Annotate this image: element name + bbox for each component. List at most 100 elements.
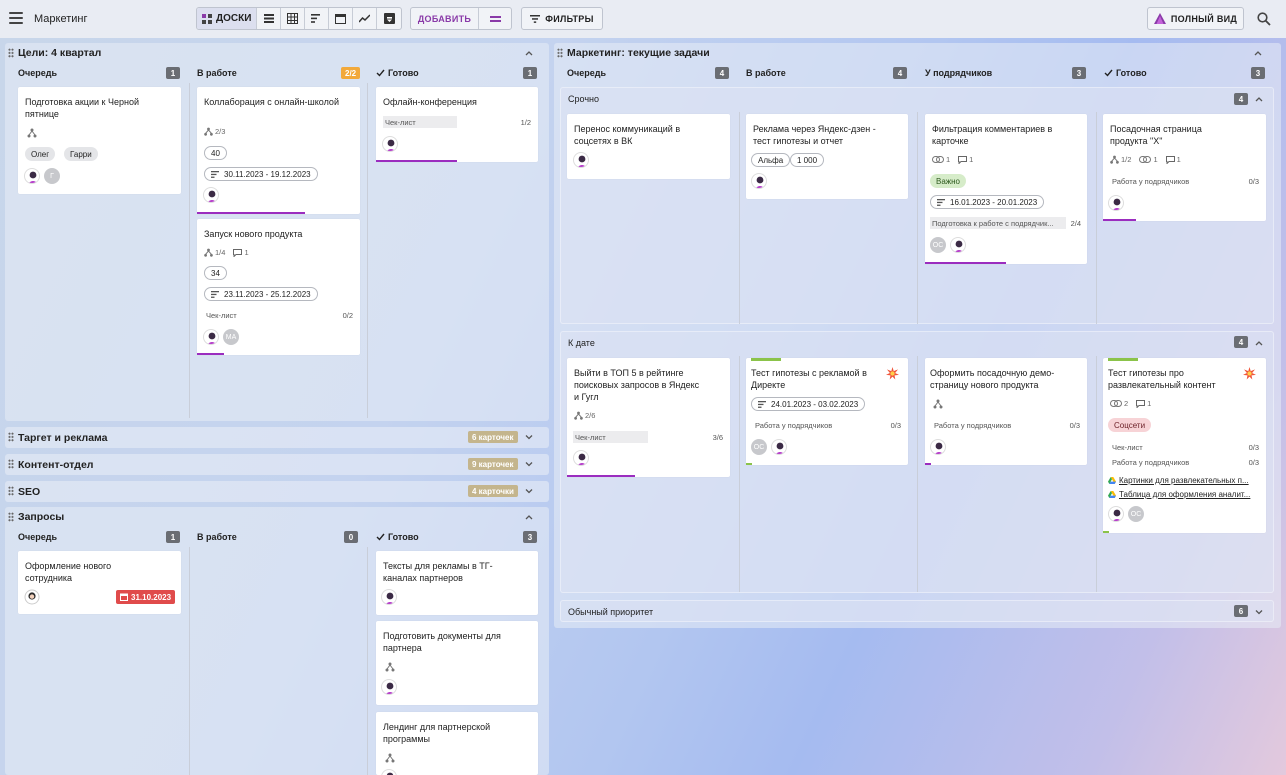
drag-handle-icon[interactable] (8, 432, 14, 442)
tag-chip[interactable]: Важно (930, 174, 967, 188)
avatar[interactable] (381, 769, 397, 775)
task-card[interactable]: Выйти в ТОП 5 в рейтинге поисковых запро… (567, 358, 730, 477)
column-header-queue: Очередь (567, 68, 606, 78)
avatar[interactable]: Г (44, 168, 60, 184)
attachment-link[interactable]: Картинки для развлекательных п... (1108, 476, 1254, 485)
swimlane-normal-priority[interactable]: Обычный приоритет 6 (560, 600, 1274, 622)
avatar[interactable]: ОС (930, 237, 946, 253)
due-date-badge[interactable]: 31.10.2023 (116, 590, 176, 604)
filters-button[interactable]: ФИЛЬТРЫ (521, 7, 603, 30)
chevron-up-icon[interactable] (1254, 338, 1264, 348)
task-card[interactable]: Реклама через Яндекс-дзен - тест гипотез… (746, 114, 908, 199)
view-boards-button[interactable]: ДОСКИ (197, 8, 258, 29)
view-calendar-button[interactable] (329, 8, 354, 29)
board-targeting-collapsed[interactable]: Таргет и реклама 6 карточек (5, 427, 549, 448)
checklist[interactable]: Работа у подрядчиков 0/3 (753, 419, 901, 431)
avatar[interactable] (382, 136, 398, 152)
view-gantt-button[interactable] (305, 8, 330, 29)
attachment-link[interactable]: Таблица для оформления аналит... (1108, 490, 1254, 499)
task-card[interactable]: Оформить посадочную демо-страницу нового… (925, 358, 1087, 465)
chevron-up-icon[interactable] (1254, 94, 1264, 104)
checklist[interactable]: Работа у подрядчиков 0/3 (932, 419, 1080, 431)
full-view-button[interactable]: ПОЛНЫЙ ВИД (1147, 7, 1244, 30)
comment-icon (1136, 399, 1146, 408)
task-card[interactable]: Посадочная страница продукта "Х" 1/2 1 1… (1103, 114, 1266, 221)
drag-handle-icon[interactable] (8, 486, 14, 496)
avatar[interactable] (381, 679, 397, 695)
progress-bar (1103, 531, 1109, 533)
avatar[interactable]: ОС (751, 439, 767, 455)
card-title: Подготовка акции к Черной пятнице (25, 97, 139, 119)
avatar[interactable] (573, 152, 589, 168)
comments-counter: 1 (233, 248, 249, 257)
add-button[interactable]: ДОБАВИТЬ (411, 8, 479, 29)
card-title: Оформить посадочную демо-страницу нового… (930, 368, 1055, 390)
column-divider (739, 112, 740, 324)
tag-chip[interactable]: Альфа (751, 153, 791, 167)
hamburger-menu-icon[interactable] (9, 12, 23, 24)
task-card[interactable]: Перенос коммуникаций в соцсетях в ВК (567, 114, 730, 179)
task-card[interactable]: Тест гипотезы про развлекательный контен… (1103, 358, 1266, 533)
drag-handle-icon[interactable] (8, 459, 14, 469)
card-title: Запуск нового продукта (204, 229, 303, 239)
avatar[interactable]: МА (223, 329, 239, 345)
subtasks-icon (27, 128, 37, 138)
avatar[interactable] (24, 589, 40, 605)
avatar[interactable] (1108, 195, 1124, 211)
avatar[interactable] (381, 589, 397, 605)
checklist[interactable]: Работа у подрядчиков 0/3 (1110, 456, 1259, 468)
chevron-up-icon[interactable] (524, 48, 534, 58)
chevron-up-icon[interactable] (1253, 48, 1263, 58)
task-card[interactable]: Подготовка акции к Черной пятнице Олег Г… (18, 87, 181, 194)
view-table-button[interactable] (281, 8, 306, 29)
checklist[interactable]: Подготовка к работе с подрядчик... 2/4 (930, 217, 1081, 229)
avatar[interactable] (930, 439, 946, 455)
avatar[interactable] (203, 187, 219, 203)
avatar[interactable] (950, 237, 966, 253)
drag-handle-icon[interactable] (557, 48, 563, 58)
task-card[interactable]: Тест гипотезы с рекламой в Директе 24.01… (746, 358, 908, 465)
task-card[interactable]: Офлайн-конференция Чек-лист 1/2 (376, 87, 538, 162)
task-card[interactable]: Тексты для рекламы в ТГ-каналах партнеро… (376, 551, 538, 615)
avatar[interactable] (771, 439, 787, 455)
chevron-down-icon[interactable] (1254, 607, 1264, 617)
tag-chip[interactable]: Олег (25, 147, 56, 161)
chevron-down-icon[interactable] (524, 459, 534, 469)
task-card[interactable]: Запуск нового продукта 1/4 1 34 23.11.20… (197, 219, 360, 355)
chevron-down-icon[interactable] (524, 486, 534, 496)
task-card[interactable]: Коллаборация с онлайн-школой 2/3 40 30.1… (197, 87, 360, 214)
task-card[interactable]: Оформление нового сотрудника 31.10.2023 (18, 551, 181, 614)
tag-chip[interactable]: Гарри (64, 147, 98, 161)
link-icon (1139, 156, 1152, 163)
drag-handle-icon[interactable] (8, 512, 14, 522)
task-card[interactable]: Подготовить документы для партнера (376, 621, 538, 705)
checklist[interactable]: Чек-лист 0/3 (1110, 441, 1259, 453)
view-archive-button[interactable] (377, 8, 401, 29)
checklist[interactable]: Чек-лист 3/6 (573, 431, 723, 443)
avatar[interactable] (203, 329, 219, 345)
view-chart-button[interactable] (353, 8, 378, 29)
checklist[interactable]: Чек-лист 1/2 (383, 116, 531, 128)
tag-chip[interactable]: Соцсети (1108, 418, 1152, 432)
board-content-collapsed[interactable]: Контент-отдел 9 карточек (5, 454, 549, 475)
burst-icon (886, 367, 899, 380)
avatar[interactable] (24, 168, 40, 184)
task-card[interactable]: Фильтрация комментариев в карточке 1 1 В… (925, 114, 1087, 264)
board-seo-collapsed[interactable]: SEO 4 карточки (5, 481, 549, 502)
search-icon[interactable] (1257, 12, 1271, 26)
avatar[interactable] (1108, 506, 1124, 522)
view-list-button[interactable] (257, 8, 282, 29)
column-count: 4 (893, 67, 907, 79)
checklist[interactable]: Чек-лист 0/2 (204, 309, 353, 321)
drag-handle-icon[interactable] (8, 48, 14, 58)
chevron-down-icon[interactable] (524, 432, 534, 442)
avatar[interactable] (751, 173, 767, 189)
task-card[interactable]: Лендинг для партнерской программы (376, 712, 538, 775)
avatar[interactable] (573, 450, 589, 466)
chevron-up-icon[interactable] (524, 512, 534, 522)
link-icon (932, 156, 944, 163)
checklist[interactable]: Работа у подрядчиков 0/3 (1110, 175, 1259, 187)
column-header-in-progress: В работе (746, 68, 786, 78)
add-options-button[interactable] (479, 8, 511, 29)
avatar[interactable]: ОС (1128, 506, 1144, 522)
